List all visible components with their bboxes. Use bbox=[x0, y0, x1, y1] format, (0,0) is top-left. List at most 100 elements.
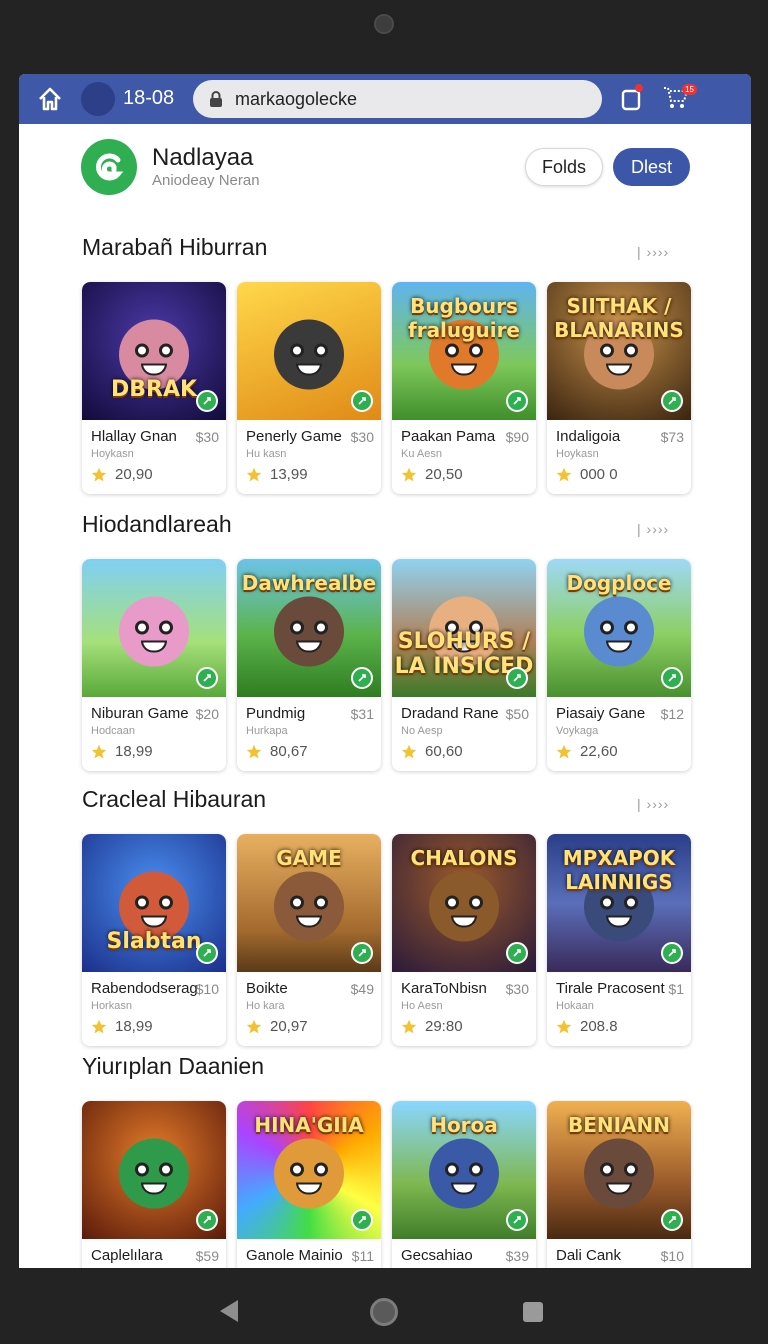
game-price: $31 bbox=[350, 706, 374, 722]
game-character-image bbox=[119, 596, 189, 667]
see-more-link[interactable]: | ›››› bbox=[637, 244, 669, 260]
section-title: Cracleal Hibauran bbox=[82, 786, 267, 812]
game-thumbnail[interactable]: Dogploce bbox=[547, 559, 691, 697]
game-card[interactable]: MPXAPOK LAINNIGS Tirale Pracosent $1 Hokaan… bbox=[547, 834, 691, 1046]
star-icon bbox=[246, 1019, 262, 1033]
game-subtitle: Hurkapa bbox=[246, 725, 288, 737]
game-card[interactable]: DBRAK Hlallay Gnan $30 Hoykasn 20,90 bbox=[82, 282, 226, 494]
game-card[interactable]: Dogploce Piasaiy Gane $12 Voykaga 22,60 bbox=[547, 559, 691, 771]
game-card[interactable]: HoroaGecsahiao$39Ho Aean bbox=[392, 1101, 536, 1268]
lock-icon bbox=[207, 88, 225, 110]
thumbnail-title: CHALONS bbox=[410, 846, 518, 870]
game-rating: 13,99 bbox=[246, 466, 308, 483]
tabs-button[interactable] bbox=[617, 84, 645, 114]
play-icon[interactable] bbox=[506, 942, 528, 964]
home-nav-icon[interactable] bbox=[370, 1298, 398, 1326]
game-card[interactable]: Niburan Game $20 Hodcaan 18,99 bbox=[82, 559, 226, 771]
game-thumbnail[interactable]: SLOHURS / LA INSICED bbox=[392, 559, 536, 697]
game-rating: 208.8 bbox=[556, 1018, 618, 1035]
game-thumbnail[interactable]: BENIANN bbox=[547, 1101, 691, 1239]
play-icon[interactable] bbox=[661, 942, 683, 964]
game-price: $12 bbox=[660, 706, 684, 722]
game-name: Gecsahiao bbox=[401, 1247, 473, 1264]
game-card[interactable]: HINA'GIIAGanole Mainio$11Ho kara bbox=[237, 1101, 381, 1268]
game-subtitle: Hokaan bbox=[556, 1000, 594, 1012]
game-price: $10 bbox=[660, 1248, 684, 1264]
back-icon[interactable] bbox=[220, 1300, 238, 1322]
home-icon[interactable] bbox=[33, 82, 67, 116]
browser-toolbar: 18-08 markaogolecke 15 bbox=[19, 74, 751, 124]
game-card[interactable]: SIITHAK / BLANARINS Indaligoia $73 Hoykasn 0… bbox=[547, 282, 691, 494]
play-icon[interactable] bbox=[351, 1209, 373, 1231]
game-name: Boikte bbox=[246, 980, 288, 997]
star-icon bbox=[556, 467, 572, 481]
game-card[interactable]: SLOHURS / LA INSICED Dradand Rane $50 No Ae… bbox=[392, 559, 536, 771]
game-card[interactable]: CHALONS KaraToNbisn $30 Ho Aesn 29:80 bbox=[392, 834, 536, 1046]
play-icon[interactable] bbox=[351, 942, 373, 964]
game-name: Niburan Game bbox=[91, 705, 189, 722]
cart-button[interactable]: 15 bbox=[661, 82, 697, 114]
game-name: Piasaiy Gane bbox=[556, 705, 646, 722]
address-bar[interactable]: markaogolecke bbox=[193, 80, 602, 118]
dlest-button[interactable]: Dlest bbox=[613, 148, 690, 186]
play-icon[interactable] bbox=[661, 1209, 683, 1231]
game-price: $30 bbox=[195, 429, 219, 445]
game-card[interactable]: BENIANN Dali Cank $10 bbox=[547, 1101, 691, 1268]
game-thumbnail[interactable]: CHALONS bbox=[392, 834, 536, 972]
game-thumbnail[interactable]: Dawhrealbe bbox=[237, 559, 381, 697]
game-thumbnail[interactable]: Slabtan bbox=[82, 834, 226, 972]
game-thumbnail[interactable]: HINA'GIIA bbox=[237, 1101, 381, 1239]
play-icon[interactable] bbox=[506, 1209, 528, 1231]
game-price: $50 bbox=[505, 706, 529, 722]
rating-value: 29:80 bbox=[425, 1018, 463, 1035]
section-title: Yiurıplan Daanien bbox=[82, 1053, 264, 1079]
play-icon[interactable] bbox=[196, 390, 218, 412]
game-thumbnail[interactable]: DBRAK bbox=[82, 282, 226, 420]
folds-button[interactable]: Folds bbox=[525, 148, 603, 186]
thumbnail-title: Horoa bbox=[430, 1113, 498, 1137]
play-icon[interactable] bbox=[351, 667, 373, 689]
game-thumbnail[interactable]: GAME bbox=[237, 834, 381, 972]
profile-avatar[interactable] bbox=[81, 82, 115, 116]
game-character-image bbox=[274, 1138, 344, 1209]
game-thumbnail[interactable]: MPXAPOK LAINNIGS bbox=[547, 834, 691, 972]
play-icon[interactable] bbox=[196, 667, 218, 689]
play-icon[interactable] bbox=[351, 390, 373, 412]
rating-value: 000 0 bbox=[580, 466, 618, 483]
see-more-link[interactable]: | ›››› bbox=[637, 796, 669, 812]
notification-dot bbox=[635, 84, 643, 92]
play-icon[interactable] bbox=[506, 390, 528, 412]
play-icon[interactable] bbox=[196, 1209, 218, 1231]
recents-icon[interactable] bbox=[523, 1302, 543, 1322]
play-icon[interactable] bbox=[661, 667, 683, 689]
game-card[interactable]: Caplelılara$59Hodcaan bbox=[82, 1101, 226, 1268]
game-thumbnail[interactable] bbox=[82, 559, 226, 697]
game-thumbnail[interactable] bbox=[237, 282, 381, 420]
game-card[interactable]: Penerly Game $30 Hu kasn 13,99 bbox=[237, 282, 381, 494]
game-subtitle: Hoykasn bbox=[556, 448, 599, 460]
play-icon[interactable] bbox=[661, 390, 683, 412]
game-price: $90 bbox=[505, 429, 529, 445]
game-character-image bbox=[274, 319, 344, 390]
game-thumbnail[interactable]: Bugbours fraluguire bbox=[392, 282, 536, 420]
game-card[interactable]: Bugbours fraluguire Paakan Pama $90 Ku Aesn… bbox=[392, 282, 536, 494]
game-name: Hlallay Gnan bbox=[91, 428, 177, 445]
game-thumbnail[interactable]: Horoa bbox=[392, 1101, 536, 1239]
game-thumbnail[interactable] bbox=[82, 1101, 226, 1239]
see-more-link[interactable]: | ›››› bbox=[637, 521, 669, 537]
rating-value: 13,99 bbox=[270, 466, 308, 483]
thumbnail-title: SIITHAK / BLANARINS bbox=[554, 294, 684, 342]
rating-value: 20,90 bbox=[115, 466, 153, 483]
game-rating: 80,67 bbox=[246, 743, 308, 760]
game-card[interactable]: Slabtan Rabendodserag $10 Horkasn 18,99 bbox=[82, 834, 226, 1046]
url-text: markaogolecke bbox=[235, 88, 358, 109]
game-subtitle: No Aesp bbox=[401, 725, 443, 737]
browser-screen: 18-08 markaogolecke 15 Nadlayaa Aniodeay… bbox=[19, 74, 751, 1268]
game-card[interactable]: GAME Boikte $49 Ho kara 20,97 bbox=[237, 834, 381, 1046]
rating-value: 20,50 bbox=[425, 466, 463, 483]
play-icon[interactable] bbox=[506, 667, 528, 689]
play-icon[interactable] bbox=[196, 942, 218, 964]
star-icon bbox=[91, 744, 107, 758]
game-thumbnail[interactable]: SIITHAK / BLANARINS bbox=[547, 282, 691, 420]
game-card[interactable]: Dawhrealbe Pundmig $31 Hurkapa 80,67 bbox=[237, 559, 381, 771]
